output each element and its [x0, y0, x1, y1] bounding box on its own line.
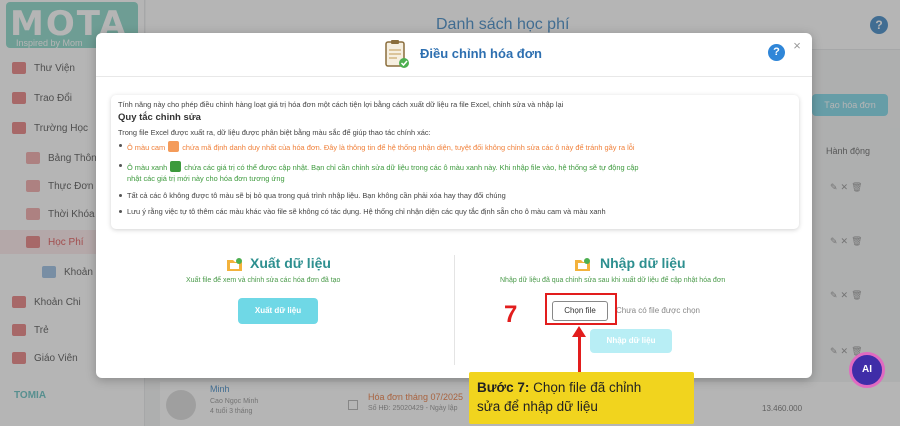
import-description: Nhập dữ liệu đã qua chỉnh sửa sau khi xu… — [500, 277, 726, 284]
step-text-2: sửa để nhập dữ liệu — [477, 399, 598, 414]
step-number: 7 — [504, 301, 518, 328]
modal-header: Điều chỉnh hóa đơn ? × — [96, 33, 812, 77]
ai-assistant-button[interactable]: AI — [849, 352, 885, 388]
help-icon[interactable]: ? — [768, 44, 785, 61]
step-callout: Bước 7: Chọn file đã chỉnh sửa để nhập d… — [469, 372, 694, 424]
rule-green-cont: nhật các giá trị mới này cho hóa đơn tươ… — [127, 174, 285, 183]
step-label: Bước 7: — [477, 380, 530, 395]
export-description: Xuất file để xem và chỉnh sửa các hóa đơ… — [186, 277, 341, 284]
export-data-button[interactable]: Xuất dữ liệu — [238, 298, 318, 324]
rule-green-label: Ô màu xanh — [127, 163, 168, 172]
step-text-1: Chọn file đã chỉnh — [533, 380, 642, 395]
rule-green-text: chứa các giá trị có thể được cập nhật. B… — [184, 163, 639, 172]
highlight-box — [545, 293, 617, 325]
arrow-line — [578, 336, 581, 374]
folder-icon — [227, 258, 242, 271]
bullet — [119, 210, 122, 213]
rule-other: Tất cả các ô không được tô màu sẽ bị bỏ … — [127, 191, 506, 200]
rules-title: Quy tắc chỉnh sửa — [118, 112, 201, 123]
close-icon[interactable]: × — [790, 39, 804, 53]
adjust-invoice-modal: Điều chỉnh hóa đơn ? × Tính năng này cho… — [96, 33, 812, 378]
export-title: Xuất dữ liệu — [250, 255, 331, 271]
import-data-button[interactable]: Nhập dữ liệu — [590, 329, 672, 353]
import-title: Nhập dữ liệu — [600, 255, 686, 271]
bullet — [119, 164, 122, 167]
intro-text: Tính năng này cho phép điều chỉnh hàng l… — [118, 100, 564, 109]
rule-orange-text: chứa mã định danh duy nhất của hóa đơn. … — [182, 143, 635, 152]
rules-intro: Trong file Excel được xuất ra, dữ liệu đ… — [118, 128, 431, 137]
folder-icon — [575, 258, 590, 271]
bullet — [119, 144, 122, 147]
orange-swatch — [168, 141, 180, 152]
section-divider — [454, 255, 455, 365]
bullet — [119, 194, 122, 197]
green-swatch — [170, 161, 182, 172]
file-status: Chưa có file được chọn — [616, 306, 700, 315]
instructions-box: Tính năng này cho phép điều chỉnh hàng l… — [111, 95, 799, 229]
modal-title: Điều chỉnh hóa đơn — [420, 46, 542, 61]
rule-note: Lưu ý rằng việc tự tô thêm các màu khác … — [127, 207, 606, 216]
rule-orange: Ô màu cam chứa mã định danh duy nhất của … — [127, 141, 635, 152]
invoice-document-icon — [385, 40, 409, 68]
rule-green: Ô màu xanh chứa các giá trị có thể được c… — [127, 161, 639, 172]
rule-orange-label: Ô màu cam — [127, 143, 166, 152]
